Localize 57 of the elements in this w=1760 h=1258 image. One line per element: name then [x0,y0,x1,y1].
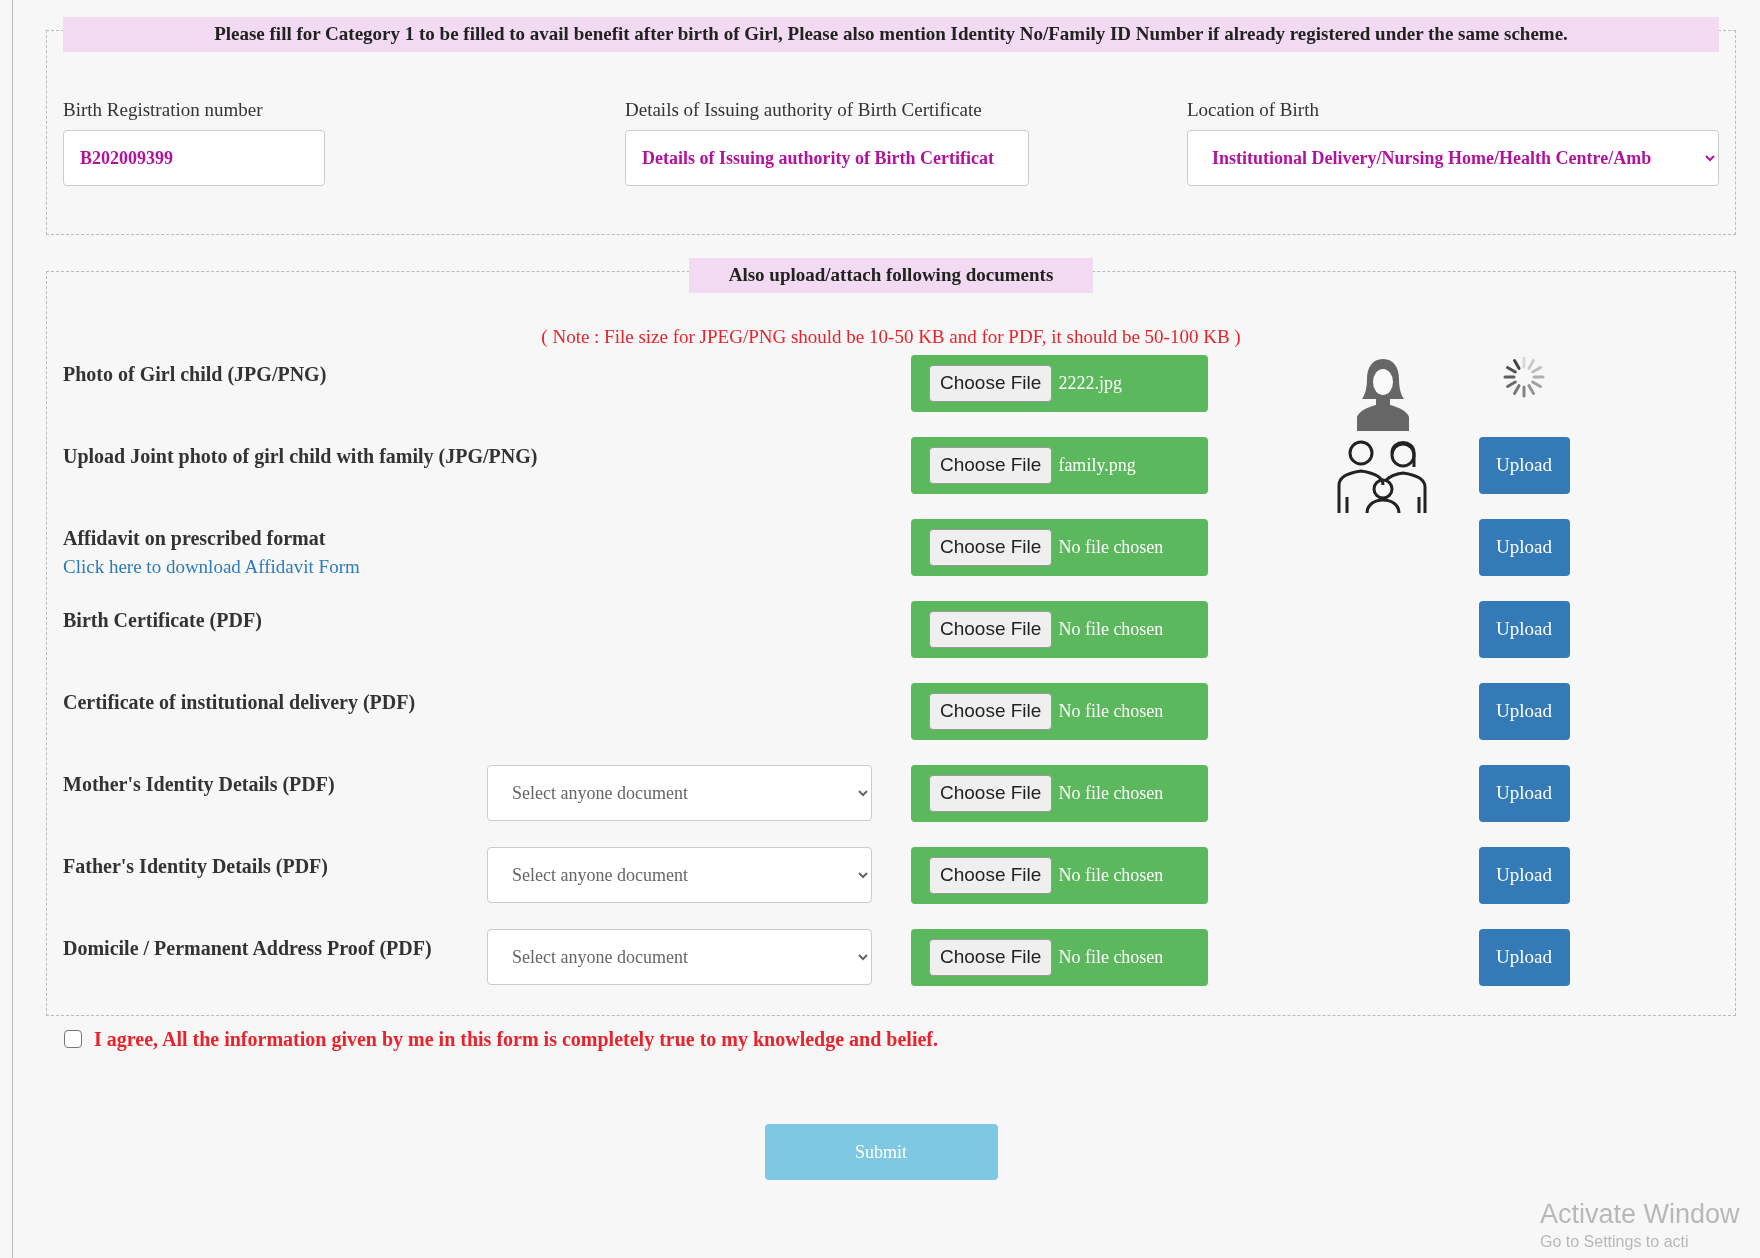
file-name: No file chosen [1058,864,1164,887]
section-legend: Please fill for Category 1 to be filled to avail benefit after birth of Girl, Please also mention Identity No/Family ID Number if already registered under the same scheme. [63,17,1719,52]
file-input[interactable]: Choose File No file chosen [911,683,1208,740]
file-name: No file chosen [1058,700,1164,723]
document-select[interactable]: Select anyone document [487,765,872,821]
loading-spinner-icon [1502,355,1546,399]
choose-file-button[interactable]: Choose File [929,447,1053,484]
file-name: No file chosen [1058,618,1164,641]
activation-subtitle: Go to Settings to acti [1540,1232,1690,1253]
upload-button[interactable]: Upload [1478,519,1570,576]
field-label: Details of Issuing authority of Birth Certificate [625,97,983,122]
document-label: Mother's Identity Details (PDF) [63,772,336,798]
upload-button[interactable]: Upload [1478,437,1570,494]
choose-file-button[interactable]: Choose File [929,611,1053,648]
document-label: Photo of Girl child (JPG/PNG) [63,362,327,388]
field-label: Birth Registration number [63,97,264,122]
file-input[interactable]: Choose File 2222.jpg [911,355,1208,412]
choose-file-button[interactable]: Choose File [929,939,1053,976]
upload-button[interactable]: Upload [1478,765,1570,822]
file-name: No file chosen [1058,782,1164,805]
file-name: No file chosen [1058,536,1164,559]
document-label: Upload Joint photo of girl child with family (JPG/PNG) [63,444,538,470]
upload-button[interactable]: Upload [1478,601,1570,658]
agreement-text: I agree, All the information given by me in this form is completely true to my knowledge and belief. [94,1027,938,1053]
field-label: Location of Birth [1187,97,1320,122]
upload-button[interactable]: Upload [1478,683,1570,740]
input-field[interactable]: B202009399 [63,130,325,186]
document-label: Father's Identity Details (PDF) [63,854,329,880]
section-legend: Also upload/attach following documents [688,258,1094,293]
document-label: Domicile / Permanent Address Proof (PDF) [63,936,433,962]
input-field[interactable]: Details of Issuing authority of Birth Certificat [625,130,1029,186]
file-name: 2222.jpg [1058,372,1122,395]
file-name: family.png [1058,454,1136,477]
file-input[interactable]: Choose File No file chosen [911,519,1208,576]
document-label: Certificate of institutional delivery (PDF) [63,690,416,716]
file-input[interactable]: Choose File No file chosen [911,847,1208,904]
document-label: Birth Certificate (PDF) [63,608,262,634]
document-select[interactable]: Select anyone document [487,847,872,903]
upload-button[interactable]: Upload [1478,847,1570,904]
choose-file-button[interactable]: Choose File [929,857,1053,894]
file-input[interactable]: Choose File No file chosen [911,601,1208,658]
choose-file-button[interactable]: Choose File [929,529,1053,566]
choose-file-button[interactable]: Choose File [929,775,1053,812]
choose-file-button[interactable]: Choose File [929,365,1053,402]
upload-button[interactable]: Upload [1478,929,1570,986]
agree-checkbox[interactable] [64,1030,82,1048]
file-input[interactable]: Choose File family.png [911,437,1208,494]
select-field[interactable]: Institutional Delivery/Nursing Home/Health Centre/Amb [1187,130,1719,186]
file-input[interactable]: Choose File No file chosen [911,929,1208,986]
document-select[interactable]: Select anyone document [487,929,872,985]
file-size-note: ( Note : File size for JPEG/PNG should be 10-50 KB and for PDF, it should be 50-100 KB ) [541,324,1241,349]
download-link[interactable]: Click here to download Affidavit Form [63,553,487,582]
file-input[interactable]: Choose File No file chosen [911,765,1208,822]
document-label: Affidavit on prescribed format [63,526,326,552]
file-name: No file chosen [1058,946,1164,969]
activation-title: Activate Window [1540,1198,1740,1231]
choose-file-button[interactable]: Choose File [929,693,1053,730]
